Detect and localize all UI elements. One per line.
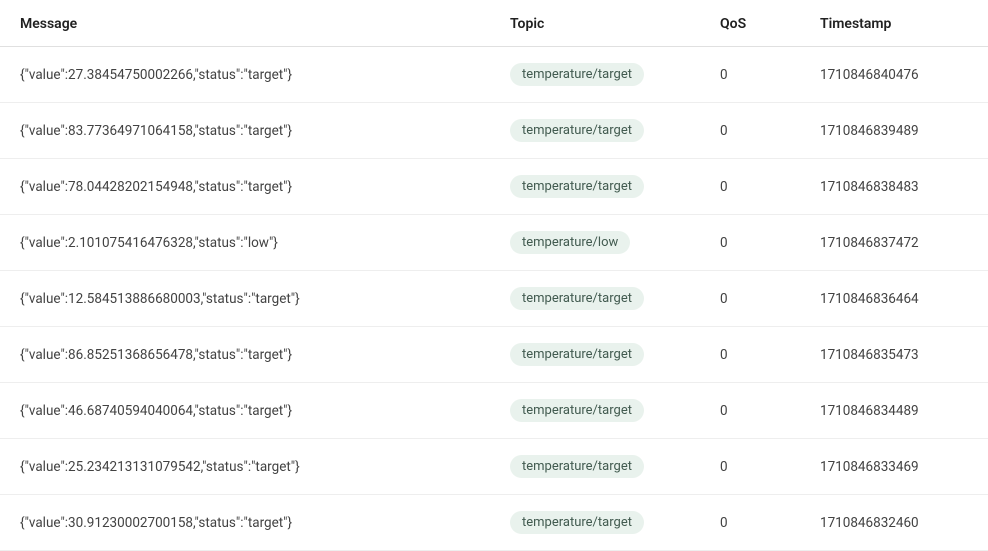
table-row[interactable]: {"value":46.68740594040064,"status":"tar… (0, 383, 988, 439)
qos-cell: 0 (700, 47, 800, 103)
topic-badge: temperature/target (510, 343, 644, 366)
qos-cell: 0 (700, 159, 800, 215)
timestamp-cell: 1710846833469 (800, 439, 988, 495)
timestamp-cell: 1710846837472 (800, 215, 988, 271)
message-cell: {"value":86.85251368656478,"status":"tar… (0, 327, 490, 383)
column-header-topic[interactable]: Topic (490, 0, 700, 47)
message-cell: {"value":2.101075416476328,"status":"low… (0, 215, 490, 271)
table-row[interactable]: {"value":25.234213131079542,"status":"ta… (0, 439, 988, 495)
timestamp-cell: 1710846836464 (800, 271, 988, 327)
message-cell: {"value":46.68740594040064,"status":"tar… (0, 383, 490, 439)
table-row[interactable]: {"value":27.38454750002266,"status":"tar… (0, 47, 988, 103)
qos-cell: 0 (700, 383, 800, 439)
timestamp-cell: 1710846838483 (800, 159, 988, 215)
table-row[interactable]: {"value":2.101075416476328,"status":"low… (0, 215, 988, 271)
topic-cell: temperature/target (490, 159, 700, 215)
topic-cell: temperature/target (490, 327, 700, 383)
message-cell: {"value":78.04428202154948,"status":"tar… (0, 159, 490, 215)
timestamp-cell: 1710846839489 (800, 103, 988, 159)
column-header-qos[interactable]: QoS (700, 0, 800, 47)
timestamp-cell: 1710846835473 (800, 327, 988, 383)
topic-cell: temperature/target (490, 271, 700, 327)
topic-cell: temperature/target (490, 383, 700, 439)
timestamp-cell: 1710846834489 (800, 383, 988, 439)
qos-cell: 0 (700, 103, 800, 159)
table-row[interactable]: {"value":86.85251368656478,"status":"tar… (0, 327, 988, 383)
table-row[interactable]: {"value":12.584513886680003,"status":"ta… (0, 271, 988, 327)
topic-cell: temperature/target (490, 439, 700, 495)
topic-badge: temperature/target (510, 119, 644, 142)
qos-cell: 0 (700, 271, 800, 327)
column-header-timestamp[interactable]: Timestamp (800, 0, 988, 47)
table-row[interactable]: {"value":83.77364971064158,"status":"tar… (0, 103, 988, 159)
column-header-message[interactable]: Message (0, 0, 490, 47)
table-header-row: Message Topic QoS Timestamp (0, 0, 988, 47)
message-cell: {"value":12.584513886680003,"status":"ta… (0, 271, 490, 327)
message-cell: {"value":27.38454750002266,"status":"tar… (0, 47, 490, 103)
topic-cell: temperature/target (490, 47, 700, 103)
topic-badge: temperature/target (510, 175, 644, 198)
topic-badge: temperature/target (510, 287, 644, 310)
topic-badge: temperature/low (510, 231, 630, 254)
topic-badge: temperature/target (510, 399, 644, 422)
topic-cell: temperature/target (490, 103, 700, 159)
topic-badge: temperature/target (510, 455, 644, 478)
topic-badge: temperature/target (510, 63, 644, 86)
topic-cell: temperature/low (490, 215, 700, 271)
message-cell: {"value":25.234213131079542,"status":"ta… (0, 439, 490, 495)
timestamp-cell: 1710846840476 (800, 47, 988, 103)
qos-cell: 0 (700, 327, 800, 383)
qos-cell: 0 (700, 215, 800, 271)
qos-cell: 0 (700, 439, 800, 495)
table-row[interactable]: {"value":78.04428202154948,"status":"tar… (0, 159, 988, 215)
messages-table: Message Topic QoS Timestamp {"value":27.… (0, 0, 988, 551)
message-cell: {"value":83.77364971064158,"status":"tar… (0, 103, 490, 159)
